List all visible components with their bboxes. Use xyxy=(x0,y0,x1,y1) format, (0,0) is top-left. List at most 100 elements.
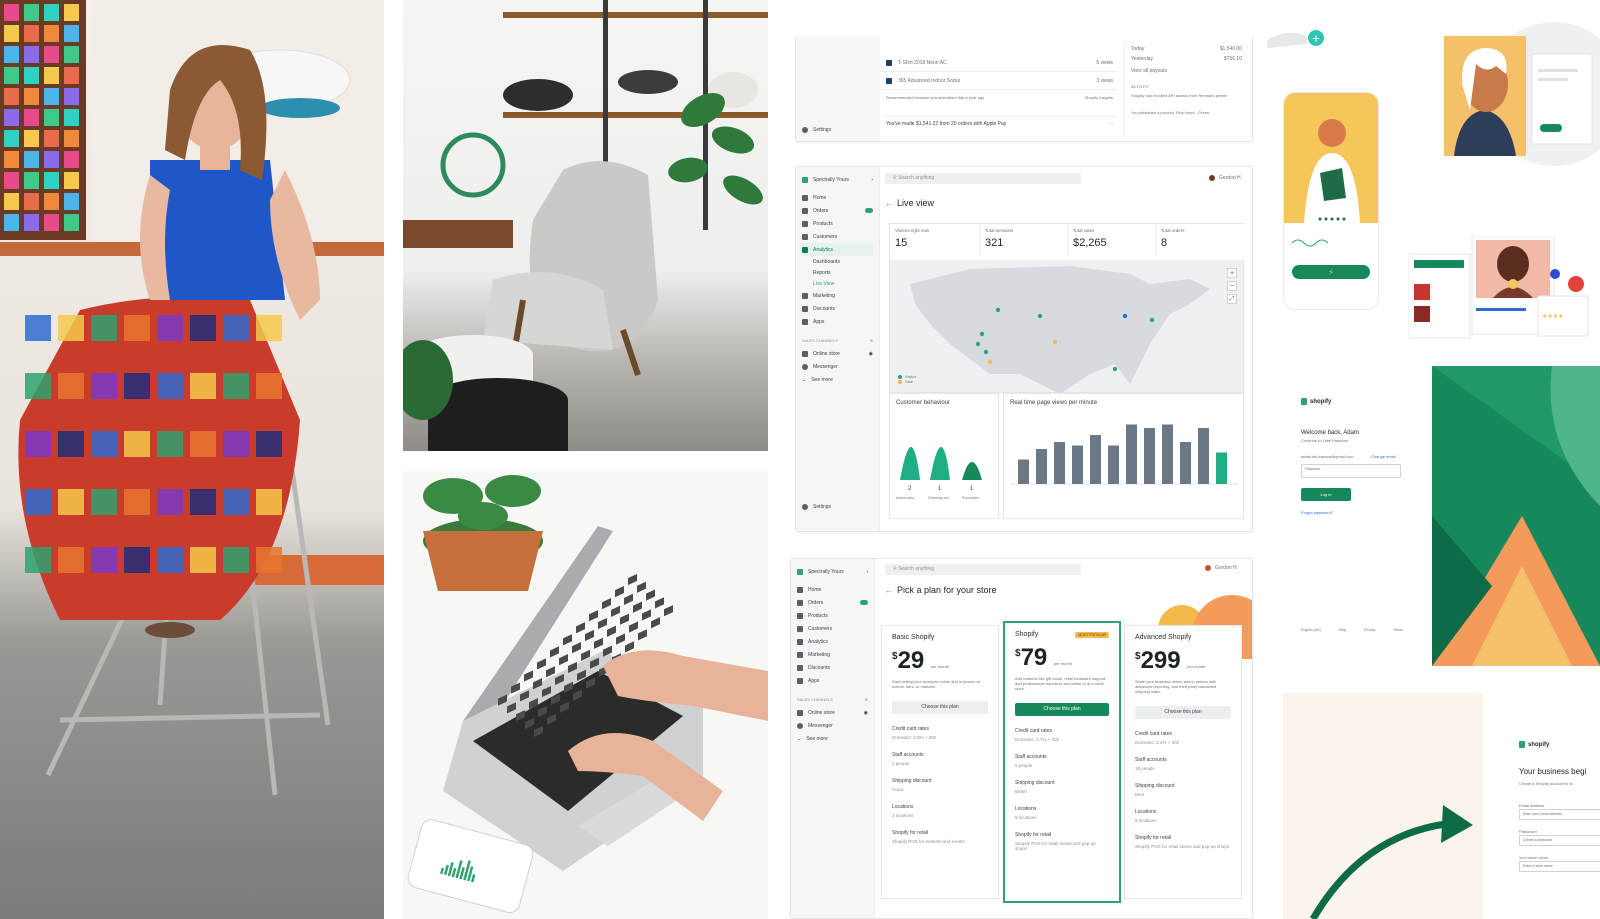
feature-value: Shopify POS for retail stores and pop-up… xyxy=(1135,844,1230,849)
behaviour-chart xyxy=(900,447,982,480)
color-swatch xyxy=(24,151,39,168)
eye-icon[interactable]: ◉ xyxy=(864,710,868,716)
page-views-bar xyxy=(1090,435,1101,484)
orders-badge xyxy=(860,600,868,605)
plan-description: Scale your business online and in person… xyxy=(1135,679,1217,694)
sidebar-item-online-store[interactable]: Online store ◉ xyxy=(797,706,868,719)
insights-link[interactable]: Shopify Insights xyxy=(1085,95,1113,100)
sidebar-item-home[interactable]: Home xyxy=(802,191,873,204)
skirt-patch xyxy=(157,431,183,457)
sidebar-item-marketing[interactable]: Marketing xyxy=(802,289,873,302)
skirt-patch xyxy=(157,547,183,573)
sidebar-item-messenger[interactable]: Messenger xyxy=(802,360,873,373)
sidebar-item-analytics[interactable]: Analytics xyxy=(802,243,873,256)
map-location-dot xyxy=(1112,366,1118,372)
sidebar-item-customers[interactable]: Customers xyxy=(802,230,873,243)
language-select[interactable]: English (US) xyxy=(1301,628,1321,632)
sidebar-item-see-more[interactable]: ⌄ See more xyxy=(797,732,868,745)
color-swatch xyxy=(44,193,59,210)
zoom-in-button[interactable]: + xyxy=(1227,268,1237,278)
sidebar-item-messenger[interactable]: Messenger xyxy=(797,719,868,732)
color-swatch xyxy=(44,130,59,147)
sidebar-item-orders[interactable]: Orders xyxy=(797,596,868,609)
color-swatch xyxy=(64,67,79,84)
plan-description: Add features like gift cards, retail har… xyxy=(1015,676,1107,691)
keyboard-key xyxy=(646,589,655,601)
back-arrow-icon[interactable]: ← xyxy=(885,586,893,595)
more-options-icon[interactable]: ··· xyxy=(1108,121,1113,127)
behaviour-label: Purchased xyxy=(962,496,979,500)
sidebar-item-products[interactable]: Products xyxy=(797,609,868,622)
sidebar-item-online-store[interactable]: Online store ◉ xyxy=(802,347,873,360)
add-channel-icon[interactable]: ⊕ xyxy=(870,338,873,343)
page-title: ← Pick a plan for your store xyxy=(885,585,997,595)
sidebar-item-apps[interactable]: Apps xyxy=(802,315,873,328)
skirt-patch xyxy=(256,547,282,573)
sidebar-subitem-reports[interactable]: Reports xyxy=(802,267,873,278)
search-input[interactable]: ⚲ Search anything xyxy=(885,173,1081,184)
photo-laptop-hands xyxy=(403,471,768,919)
store-switcher[interactable]: Spectrally Yours › xyxy=(797,565,868,578)
color-swatch xyxy=(44,172,59,189)
avatar xyxy=(1204,565,1211,571)
choose-plan-button[interactable]: Choose this plan xyxy=(1135,706,1231,719)
sidebar-item-marketing[interactable]: Marketing xyxy=(797,648,868,661)
sidebar-item-discounts[interactable]: Discounts xyxy=(797,661,868,674)
login-button[interactable]: Log in xyxy=(1301,488,1351,501)
sidebar-item-analytics[interactable]: Analytics xyxy=(797,635,868,648)
sidebar-item-home[interactable]: Home xyxy=(797,583,868,596)
skirt-patch xyxy=(223,431,249,457)
feature-label: Shopify for retail xyxy=(892,830,929,836)
help-link[interactable]: Help xyxy=(1339,628,1346,632)
add-channel-icon[interactable]: ⊕ xyxy=(865,697,868,702)
keyboard-key xyxy=(651,617,660,629)
top-card-settings[interactable]: Settings xyxy=(802,123,831,136)
store-name-field[interactable]: Enter a store name xyxy=(1519,861,1600,872)
chevron-down-icon: ⌄ xyxy=(802,376,807,383)
password-field[interactable]: Password xyxy=(1301,464,1401,478)
color-swatch xyxy=(44,109,59,126)
sidebar-subitem-dashboards[interactable]: Dashboards xyxy=(802,256,873,267)
color-swatch xyxy=(44,25,59,42)
back-arrow-icon[interactable]: ← xyxy=(885,199,893,208)
privacy-link[interactable]: Privacy xyxy=(1364,628,1375,632)
terms-link[interactable]: Terms xyxy=(1393,628,1403,632)
store-switcher[interactable]: Spectrally Yours › xyxy=(802,173,873,186)
fullscreen-button[interactable]: ⤢ xyxy=(1227,294,1237,304)
user-menu[interactable]: Gordon H. xyxy=(1204,565,1238,571)
user-menu[interactable]: Gordon H. xyxy=(1208,175,1242,181)
choose-plan-button[interactable]: Choose this plan xyxy=(1015,703,1109,716)
map-panel: Visitors right now 15 Total sessions 321… xyxy=(889,223,1245,394)
sidebar-item-discounts[interactable]: Discounts xyxy=(802,302,873,315)
skirt-patch xyxy=(91,489,117,515)
feature-label: Credit card rates xyxy=(1015,728,1052,734)
password-field[interactable]: Create a password xyxy=(1519,835,1600,846)
sidebar-item-settings[interactable]: Settings xyxy=(802,500,831,513)
color-swatch xyxy=(24,130,39,147)
legend-item: Sale xyxy=(898,379,916,384)
plan-price: $299 per month xyxy=(1135,647,1231,675)
sidebar-item-apps[interactable]: Apps xyxy=(797,674,868,687)
sidebar-item-orders[interactable]: Orders xyxy=(802,204,873,217)
forgot-password-link[interactable]: Forgot password? xyxy=(1301,510,1333,515)
sidebar-item-customers[interactable]: Customers xyxy=(797,622,868,635)
list-item[interactable]: T-Shirt 2018 Neon AC 5 views xyxy=(882,54,1117,72)
plan-advanced: Advanced Shopify $299 per month Scale yo… xyxy=(1124,625,1242,899)
zoom-out-button[interactable]: − xyxy=(1227,281,1237,291)
plan-price: $29 per month xyxy=(892,647,988,675)
sidebar-subitem-live-view[interactable]: Live View xyxy=(802,278,873,289)
summary-text: You've made $1,541.22 from 20 orders wit… xyxy=(886,120,1007,127)
sidebar-item-label: Home xyxy=(813,194,827,201)
email-field[interactable]: Enter your email address xyxy=(1519,809,1600,820)
search-input[interactable]: ⚲ Search anything xyxy=(885,564,1081,575)
sidebar-item-products[interactable]: Products xyxy=(802,217,873,230)
keyboard-key xyxy=(572,641,581,654)
change-email-link[interactable]: Change email xyxy=(1371,454,1396,459)
map-zoom-controls: + − ⤢ xyxy=(1227,268,1237,304)
sidebar-item-see-more[interactable]: ⌄ See more xyxy=(802,373,873,386)
list-item[interactable]: 365 Advanced Indoor Socks 3 views xyxy=(882,72,1117,90)
shopify-bag-icon xyxy=(1519,741,1525,748)
choose-plan-button[interactable]: Choose this plan xyxy=(892,701,988,714)
eye-icon[interactable]: ◉ xyxy=(869,351,873,357)
view-payouts-link[interactable]: View all payouts xyxy=(1131,68,1242,74)
